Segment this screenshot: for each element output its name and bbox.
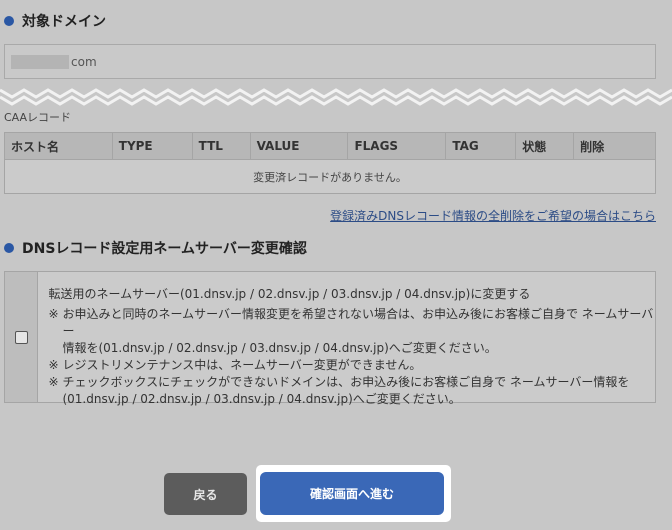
modal-dim-overlay	[0, 0, 672, 530]
table-row: 変更済レコードがありません。	[4, 159, 656, 194]
redacted-domain-name	[11, 54, 69, 69]
note-item: ※ チェックボックスにチェックができないドメインは、お申込み後にお客様ご自身で …	[48, 374, 655, 408]
column-header: TYPE	[111, 132, 193, 160]
proceed-to-confirmation-button[interactable]: 確認画面へ進む	[260, 472, 444, 515]
caa-record-table: ホスト名 TYPE TTL VALUE FLAGS TAG 状態 削除 変更済レコードがありま…	[4, 132, 656, 194]
column-header: FLAGS	[347, 132, 447, 160]
note-line: お申込みと同時のネームサーバー情報変更を希望されない場合は、お申込み後にお客様ご…	[62, 307, 654, 338]
bullet-dot-icon	[4, 243, 14, 253]
caa-record-label: CAAレコード	[4, 111, 72, 124]
table-header-row: ホスト名 TYPE TTL VALUE FLAGS TAG 状態 削除	[4, 132, 656, 160]
confirm-text: 転送用のネームサーバー(01.dnsv.jp / 02.dnsv.jp / 03…	[38, 272, 655, 406]
section-title: 対象ドメイン	[22, 14, 106, 30]
note-line: レジストリメンテナンス中は、ネームサーバー変更ができません。	[62, 358, 422, 372]
nameserver-change-confirm: 転送用のネームサーバー(01.dnsv.jp / 02.dnsv.jp / 03…	[4, 271, 656, 406]
note-line: (01.dnsv.jp / 02.dnsv.jp / 03.dnsv.jp / …	[62, 392, 461, 406]
column-header: 削除	[573, 132, 656, 160]
checkbox-cell	[5, 272, 39, 402]
note-mark: ※	[48, 358, 59, 372]
confirm-main-text: 転送用のネームサーバー(01.dnsv.jp / 02.dnsv.jp / 03…	[48, 287, 531, 301]
section-title: DNSレコード設定用ネームサーバー変更確認	[22, 241, 307, 257]
domain-suffix: com	[71, 54, 97, 69]
column-header: VALUE	[249, 132, 349, 160]
note-mark: ※	[48, 375, 59, 389]
delete-all-records-link[interactable]: 登録済みDNSレコード情報の全削除をご希望の場合はこちら	[330, 207, 656, 224]
column-header: 状態	[515, 132, 575, 160]
column-header: TAG	[445, 132, 517, 160]
empty-message: 変更済レコードがありません。	[4, 159, 656, 194]
note-line: チェックボックスにチェックができないドメインは、お申込み後にお客様ご自身で ネー…	[62, 375, 630, 389]
bullet-dot-icon	[4, 16, 14, 26]
page-break-zigzag	[0, 88, 672, 106]
note-item: ※ お申込みと同時のネームサーバー情報変更を希望されない場合は、お申込み後にお客…	[48, 306, 655, 357]
section-heading-nameserver-confirm: DNSレコード設定用ネームサーバー変更確認	[4, 238, 307, 258]
column-header: TTL	[191, 132, 251, 160]
nameserver-change-checkbox[interactable]	[14, 330, 28, 344]
note-item: ※ レジストリメンテナンス中は、ネームサーバー変更ができません。	[48, 357, 655, 374]
column-header: ホスト名	[4, 132, 113, 160]
back-button[interactable]: 戻る	[164, 473, 247, 515]
domain-display: com	[4, 44, 656, 79]
note-line: 情報を(01.dnsv.jp / 02.dnsv.jp / 03.dnsv.jp…	[62, 341, 497, 355]
note-mark: ※	[48, 307, 59, 321]
section-heading-target-domain: 対象ドメイン	[4, 11, 106, 31]
